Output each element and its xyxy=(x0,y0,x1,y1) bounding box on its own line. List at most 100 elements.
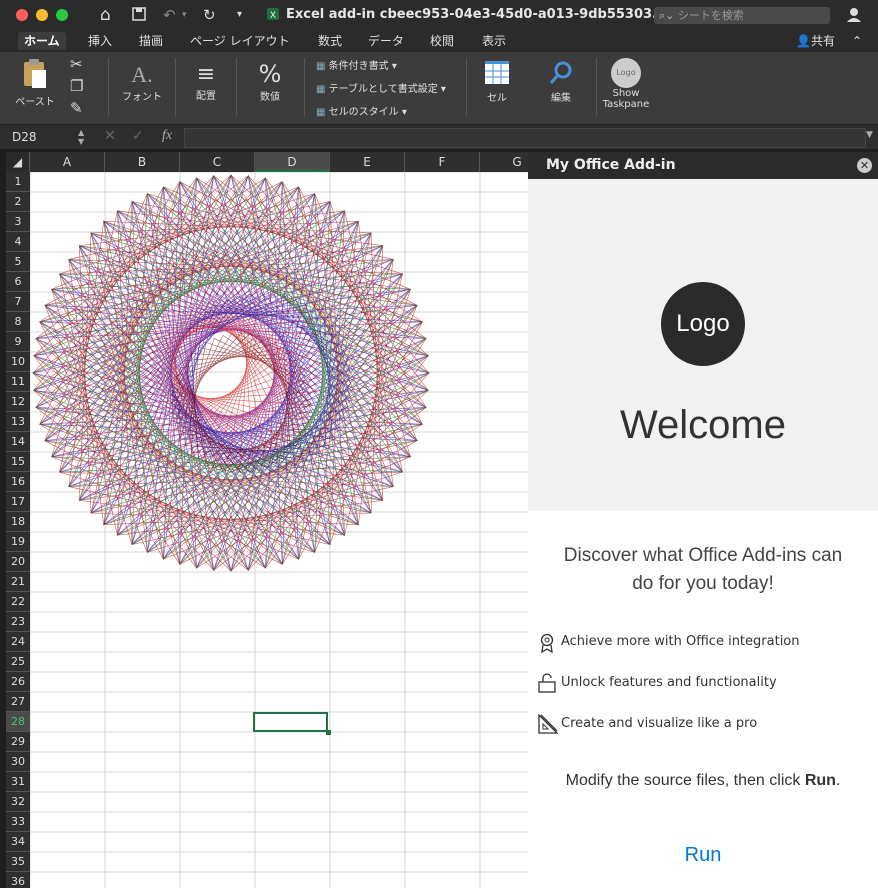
name-box-stepper-icon[interactable]: ▲ ▼ xyxy=(78,128,84,146)
column-header[interactable]: D xyxy=(255,152,330,172)
cancel-icon[interactable]: ✕ xyxy=(104,128,116,144)
row-header[interactable]: 32 xyxy=(6,792,30,812)
close-window-button[interactable] xyxy=(16,9,28,21)
row-header[interactable]: 13 xyxy=(6,412,30,432)
select-all-corner[interactable]: ◢ xyxy=(6,152,30,172)
spirograph-shape[interactable] xyxy=(6,152,528,888)
row-header[interactable]: 28 xyxy=(6,712,30,732)
row-header[interactable]: 5 xyxy=(6,252,30,272)
tab-data[interactable]: データ xyxy=(362,32,410,50)
row-header[interactable]: 30 xyxy=(6,752,30,772)
column-header[interactable]: E xyxy=(330,152,405,172)
logo-icon: Logo xyxy=(611,58,641,88)
row-header[interactable]: 6 xyxy=(6,272,30,292)
design-icon xyxy=(538,713,559,742)
cut-icon[interactable]: ✂ xyxy=(70,56,83,72)
row-header[interactable]: 12 xyxy=(6,392,30,412)
row-header[interactable]: 11 xyxy=(6,372,30,392)
home-icon[interactable]: ⌂ xyxy=(100,7,111,24)
table-icon: ▦ xyxy=(316,84,326,95)
row-header[interactable]: 33 xyxy=(6,812,30,832)
row-header[interactable]: 24 xyxy=(6,632,30,652)
row-header[interactable]: 7 xyxy=(6,292,30,312)
logo-image: Logo xyxy=(661,282,745,366)
save-icon[interactable] xyxy=(132,7,146,24)
undo-icon[interactable]: ↶ xyxy=(163,7,176,23)
customize-toolbar-icon[interactable]: ▾ xyxy=(237,7,242,23)
tab-view[interactable]: 表示 xyxy=(476,32,512,50)
row-header[interactable]: 21 xyxy=(6,572,30,592)
row-header[interactable]: 8 xyxy=(6,312,30,332)
run-button[interactable]: Run xyxy=(528,844,878,867)
row-header[interactable]: 25 xyxy=(6,652,30,672)
tab-page-layout[interactable]: ページ レイアウト xyxy=(184,32,296,50)
row-header[interactable]: 31 xyxy=(6,772,30,792)
row-header[interactable]: 34 xyxy=(6,832,30,852)
collapse-ribbon-icon[interactable]: ⌃ xyxy=(846,32,868,50)
row-header[interactable]: 27 xyxy=(6,692,30,712)
worksheet[interactable]: ◢ ABCDEFG 1 2 3 4 5 6 7 8 9 10 11 12 13 14 15 16 17 18 19 2… xyxy=(6,152,528,888)
row-header[interactable]: 26 xyxy=(6,672,30,692)
row-header[interactable]: 18 xyxy=(6,512,30,532)
tab-home[interactable]: ホーム xyxy=(18,32,66,50)
enter-icon[interactable]: ✓ xyxy=(132,128,144,144)
row-header[interactable]: 23 xyxy=(6,612,30,632)
copy-icon[interactable]: ❐ xyxy=(70,78,83,94)
redo-icon[interactable]: ↻ xyxy=(203,7,216,23)
row-header[interactable]: 15 xyxy=(6,452,30,472)
column-header[interactable]: G xyxy=(480,152,528,172)
share-button[interactable]: 👤共有 xyxy=(790,32,841,50)
account-icon[interactable] xyxy=(846,7,864,26)
cell-styles-button[interactable]: ▦ セルのスタイル ▾ xyxy=(316,103,407,118)
tab-insert[interactable]: 挿入 xyxy=(82,32,118,50)
row-header[interactable]: 19 xyxy=(6,532,30,552)
row-header[interactable]: 2 xyxy=(6,192,30,212)
cells-button[interactable]: セル xyxy=(474,60,520,104)
column-header[interactable]: B xyxy=(105,152,180,172)
expand-formula-icon[interactable]: ▼ xyxy=(866,130,873,140)
column-header[interactable]: A xyxy=(30,152,105,172)
minimize-window-button[interactable] xyxy=(36,9,48,21)
function-icon[interactable]: fx xyxy=(162,128,172,144)
formula-input[interactable] xyxy=(184,128,866,148)
conditional-format-button[interactable]: ▦ 条件付き書式 ▾ xyxy=(316,57,397,72)
sheet-search-input[interactable]: ⌕⌄ シートを検索 xyxy=(654,7,830,24)
show-taskpane-button[interactable]: Logo Show Taskpane xyxy=(600,58,652,110)
undo-dropdown-icon[interactable]: ▾ xyxy=(182,7,187,23)
row-header[interactable]: 4 xyxy=(6,232,30,252)
row-header[interactable]: 20 xyxy=(6,552,30,572)
row-header[interactable]: 35 xyxy=(6,852,30,872)
add-person-icon: 👤 xyxy=(796,34,811,48)
row-header[interactable]: 22 xyxy=(6,592,30,612)
zoom-window-button[interactable] xyxy=(56,9,68,21)
column-header[interactable]: C xyxy=(180,152,255,172)
close-pane-icon[interactable]: ✕ xyxy=(857,158,872,173)
row-header[interactable]: 36 xyxy=(6,872,30,888)
number-format-button[interactable]: % 数値 xyxy=(246,60,294,103)
ribbon-divider xyxy=(236,58,237,116)
row-header[interactable]: 9 xyxy=(6,332,30,352)
tab-draw[interactable]: 描画 xyxy=(133,32,169,50)
feature-item: Create and visualize like a pro xyxy=(538,713,872,735)
name-box[interactable]: D28 ▲ ▼ xyxy=(6,128,86,146)
tab-review[interactable]: 校閲 xyxy=(424,32,460,50)
row-header[interactable]: 29 xyxy=(6,732,30,752)
editing-button[interactable]: 編集 xyxy=(538,60,584,104)
column-header[interactable]: F xyxy=(405,152,480,172)
row-header[interactable]: 16 xyxy=(6,472,30,492)
ribbon-tabs: ホーム 挿入 描画 ページ レイアウト 数式 データ 校閲 表示 👤共有 ⌃ xyxy=(0,30,878,52)
paste-button[interactable]: ペースト xyxy=(10,58,60,108)
unlock-icon xyxy=(538,673,556,701)
row-header[interactable]: 17 xyxy=(6,492,30,512)
alignment-button[interactable]: ≡ 配置 xyxy=(182,62,230,102)
format-painter-icon[interactable]: ✎ xyxy=(70,100,83,116)
fill-handle[interactable] xyxy=(326,730,331,735)
font-button[interactable]: A. フォント xyxy=(118,62,166,103)
format-as-table-button[interactable]: ▦ テーブルとして書式設定 ▾ xyxy=(316,80,446,95)
row-header[interactable]: 14 xyxy=(6,432,30,452)
tab-formulas[interactable]: 数式 xyxy=(312,32,348,50)
row-header[interactable]: 10 xyxy=(6,352,30,372)
selected-cell-d28[interactable] xyxy=(253,712,328,732)
row-header[interactable]: 1 xyxy=(6,172,30,192)
row-header[interactable]: 3 xyxy=(6,212,30,232)
